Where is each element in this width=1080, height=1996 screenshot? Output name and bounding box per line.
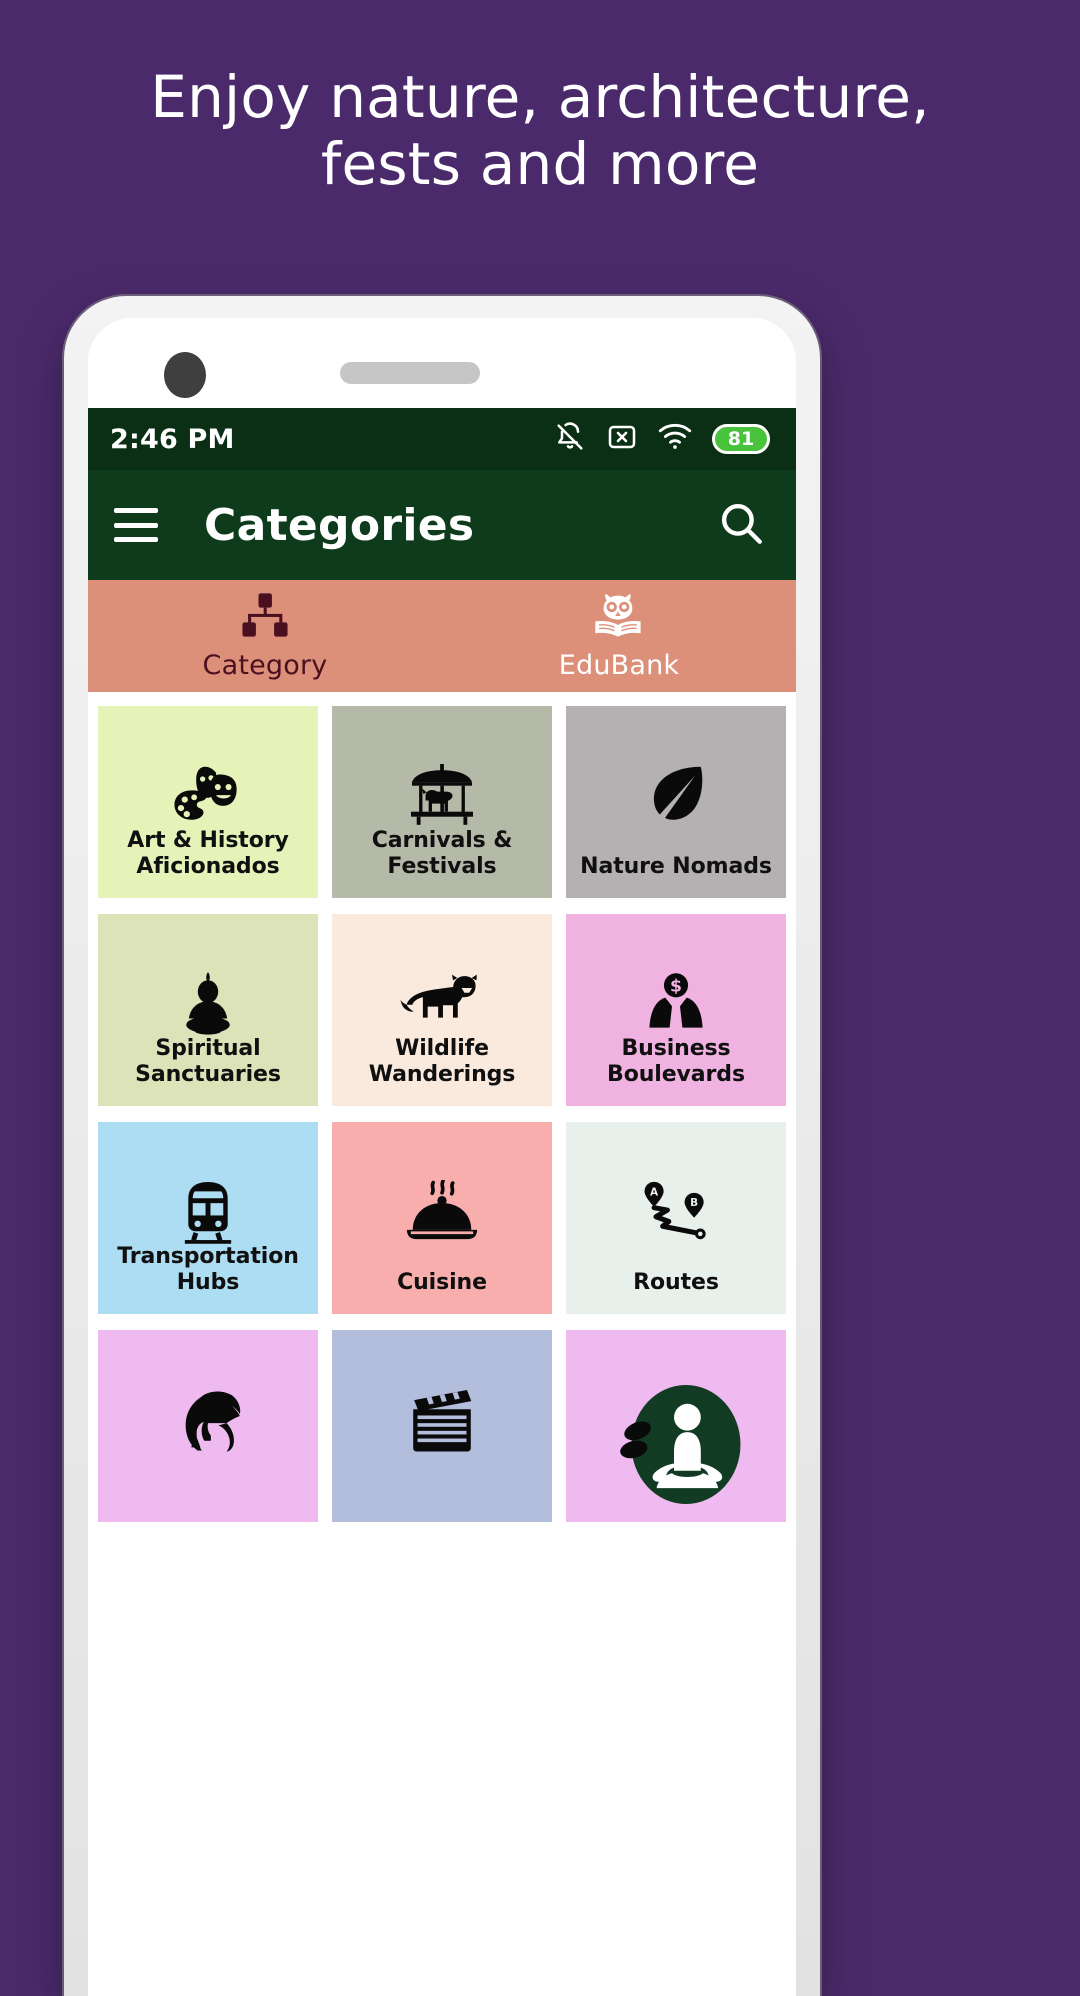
theatre-masks-palette-icon [98,764,318,828]
businessman-dollar-icon: $ [566,972,786,1036]
category-card-label: Nature Nomads [580,854,772,880]
category-card-label: Cuisine [397,1270,487,1296]
promo-headline: Enjoy nature, architecture, fests and mo… [0,63,1080,199]
owl-book-icon [592,591,646,644]
train-icon [98,1180,318,1244]
battery-level-label: 81 [727,428,755,450]
phone-screen: 2:46 PM 81 Categories Category EduBank A… [88,318,796,1996]
search-icon[interactable] [716,498,766,553]
tab-bar: Category EduBank [88,580,796,692]
category-card-label: Wildlife Wanderings [368,1036,516,1088]
food-cloche-icon [332,1180,552,1246]
category-card-wildlife-wanderings[interactable]: Wildlife Wanderings [332,914,552,1106]
route-a-b-icon: A B [566,1180,786,1242]
phone-frame: 2:46 PM 81 Categories Category EduBank A… [64,296,820,1996]
category-card-art-history[interactable]: Art & History Aficionados [98,706,318,898]
category-card-wellness[interactable] [566,1330,786,1522]
category-card-label: Art & History Aficionados [127,828,289,880]
spartan-helmet-icon [98,1388,318,1454]
earpiece-speaker-icon [340,362,480,384]
lion-icon [332,972,552,1026]
meditation-icon [566,1380,786,1504]
svg-text:$: $ [670,977,682,997]
tab-category[interactable]: Category [88,580,442,692]
category-card-cinema[interactable] [332,1330,552,1522]
tab-edubank[interactable]: EduBank [442,580,796,692]
wifi-icon [658,423,692,456]
front-camera-icon [164,352,206,398]
category-card-business-boulevards[interactable]: $ Business Boulevards [566,914,786,1106]
app-bar: Categories [88,470,796,580]
category-card-label: Transportation Hubs [117,1244,299,1296]
carousel-icon [332,764,552,826]
tab-category-label: Category [202,650,328,681]
leaf-icon [566,764,786,826]
category-card-historical-heritage[interactable] [98,1330,318,1522]
clapperboard-icon [332,1388,552,1454]
tab-edubank-label: EduBank [558,650,680,681]
phone-notch-row [88,318,796,408]
no-sim-icon [606,422,638,457]
status-bar-icons: 81 [554,420,770,459]
hamburger-menu-icon[interactable] [114,508,158,542]
category-card-label: Carnivals & Festivals [371,828,513,880]
buddha-icon [98,972,318,1036]
category-card-transportation-hubs[interactable]: Transportation Hubs [98,1122,318,1314]
category-card-nature-nomads[interactable]: Nature Nomads [566,706,786,898]
category-card-cuisine[interactable]: Cuisine [332,1122,552,1314]
category-card-spiritual-sanctuaries[interactable]: Spiritual Sanctuaries [98,914,318,1106]
svg-text:B: B [690,1197,698,1209]
category-card-label: Spiritual Sanctuaries [135,1036,281,1088]
category-grid: Art & History Aficionados Carnivals & Fe… [88,692,796,1522]
category-card-carnivals-festivals[interactable]: Carnivals & Festivals [332,706,552,898]
promo-headline-line-2: fests and more [320,130,760,199]
battery-icon: 81 [712,424,770,454]
promo-headline-line-1: Enjoy nature, architecture, [150,63,930,131]
hierarchy-icon [239,591,291,644]
category-card-routes[interactable]: A B Routes [566,1122,786,1314]
page-title: Categories [204,499,475,551]
status-bar: 2:46 PM 81 [88,408,796,470]
svg-text:A: A [650,1186,659,1198]
notifications-off-icon [554,420,586,459]
status-bar-time: 2:46 PM [110,423,235,455]
category-card-label: Routes [633,1270,719,1296]
category-card-label: Business Boulevards [607,1036,745,1088]
